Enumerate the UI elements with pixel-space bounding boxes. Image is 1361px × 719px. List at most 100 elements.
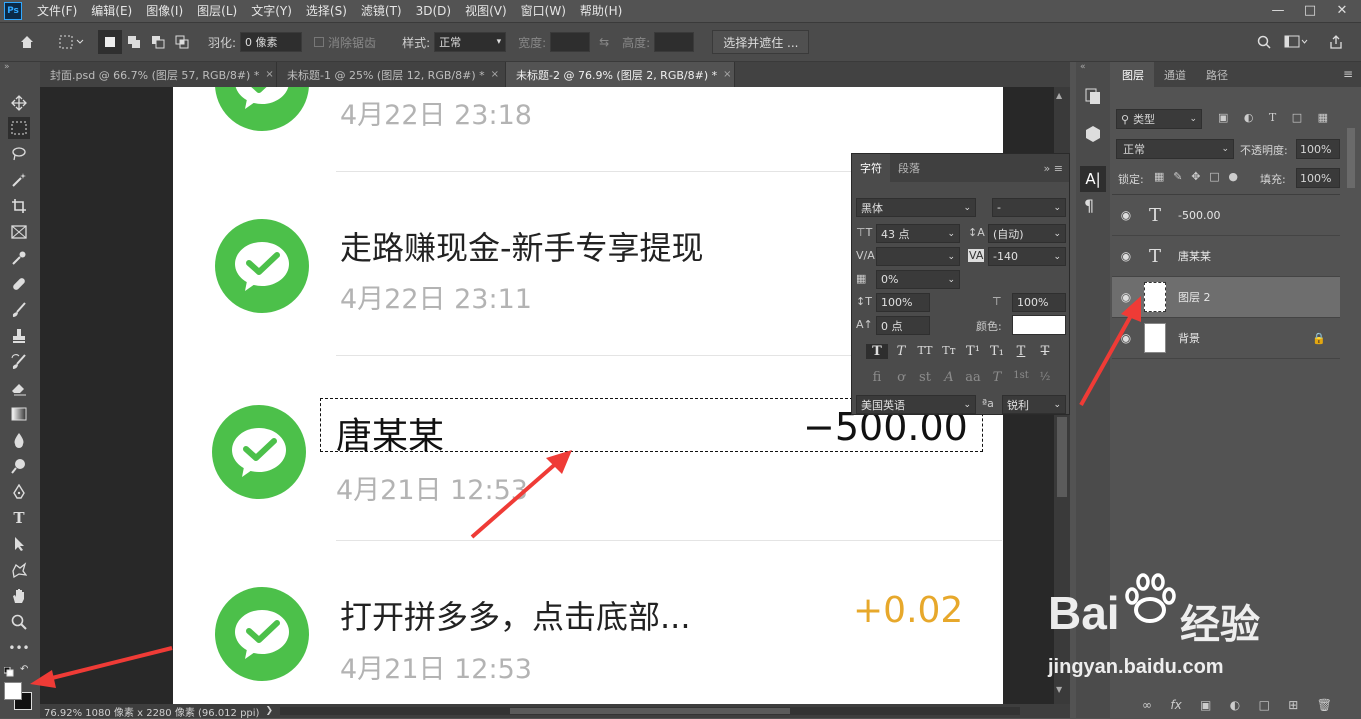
font-size-select[interactable]: 43 点 ⌄ [876, 224, 960, 243]
lasso-tool-icon[interactable] [8, 143, 30, 165]
vertical-scale-input[interactable]: 100% [876, 293, 930, 312]
hand-tool-icon[interactable] [8, 585, 30, 607]
panel-menu-icon[interactable]: ≡ [1343, 67, 1353, 81]
menu-image[interactable]: 图像(I) [139, 0, 190, 22]
type-tool-icon[interactable]: T [8, 507, 30, 529]
close-icon[interactable]: × [491, 69, 499, 80]
select-and-mask-button[interactable]: 选择并遮住 ... [712, 30, 810, 54]
subscript-icon[interactable]: T₁ [986, 344, 1008, 359]
subtract-selection-icon[interactable] [146, 30, 170, 54]
blur-tool-icon[interactable] [8, 429, 30, 451]
strikethrough-icon[interactable]: T [1034, 344, 1056, 359]
eyedropper-tool-icon[interactable] [8, 247, 30, 269]
path-selection-tool-icon[interactable] [8, 533, 30, 555]
history-brush-tool-icon[interactable] [8, 351, 30, 373]
maximize-icon[interactable]: □ [1294, 0, 1326, 20]
kerning-select[interactable]: ⌄ [876, 247, 960, 266]
tab-paths[interactable]: 路径 [1196, 62, 1238, 87]
workspace-icon[interactable] [1282, 30, 1310, 54]
lock-pixels-icon[interactable]: ✎ [1173, 170, 1182, 183]
menu-file[interactable]: 文件(F) [30, 0, 84, 22]
swap-icon[interactable]: ⇆ [590, 30, 618, 54]
old-style-icon[interactable]: ơ [890, 370, 912, 385]
brush-tool-icon[interactable] [8, 299, 30, 321]
gradient-tool-icon[interactable] [8, 403, 30, 425]
new-layer-icon[interactable]: ⊞ [1288, 698, 1298, 712]
layer-row[interactable]: ◉ T -500.00 [1112, 195, 1340, 236]
tab-layers[interactable]: 图层 [1112, 62, 1154, 87]
tracking-select[interactable]: -140 ⌄ [988, 247, 1066, 266]
magic-wand-tool-icon[interactable] [8, 169, 30, 191]
menu-edit[interactable]: 编辑(E) [84, 0, 139, 22]
tab-untitled-1[interactable]: 未标题-1 @ 25% (图层 12, RGB/8#) * × [277, 62, 506, 87]
character-panel-icon[interactable]: A| [1080, 166, 1106, 192]
tab-paragraph[interactable]: 段落 [890, 154, 928, 182]
horizontal-scale-input[interactable]: 100% [1012, 293, 1066, 312]
history-icon[interactable] [1083, 86, 1103, 106]
adjustment-layer-icon[interactable]: ◐ [1230, 698, 1240, 712]
custom-shape-tool-icon[interactable] [8, 559, 30, 581]
visibility-eye-icon[interactable]: ◉ [1112, 249, 1140, 263]
stylistic-alt-icon[interactable]: aa [962, 370, 984, 385]
healing-brush-tool-icon[interactable] [8, 273, 30, 295]
horizontal-scrollbar[interactable] [280, 707, 1020, 715]
menu-window[interactable]: 窗口(W) [514, 0, 573, 22]
scroll-thumb[interactable] [510, 708, 790, 714]
menu-select[interactable]: 选择(S) [299, 0, 354, 22]
fill-input[interactable]: 100% [1296, 168, 1340, 188]
foreground-color-swatch[interactable] [4, 682, 22, 700]
lock-position-icon[interactable]: ✥ [1191, 170, 1200, 183]
menu-type[interactable]: 文字(Y) [244, 0, 299, 22]
language-select[interactable]: 美国英语 ⌄ [856, 395, 976, 414]
adjustment-filter-icon[interactable]: ◐ [1244, 111, 1254, 127]
swash-icon[interactable]: A [938, 370, 960, 385]
antialias-checkbox[interactable] [314, 37, 325, 47]
leading-select[interactable]: (自动) ⌄ [988, 224, 1066, 243]
marquee-tool-icon[interactable] [8, 117, 30, 139]
minimize-icon[interactable]: — [1262, 0, 1294, 20]
scroll-thumb[interactable] [1057, 417, 1067, 497]
faux-bold-icon[interactable]: T [866, 344, 888, 359]
superscript-icon[interactable]: T¹ [962, 344, 984, 359]
eraser-tool-icon[interactable] [8, 377, 30, 399]
panel-scroll-thumb[interactable] [1347, 128, 1355, 188]
frame-tool-icon[interactable] [8, 221, 30, 243]
baseline-shift-input[interactable]: 0 点 [876, 316, 930, 335]
add-mask-icon[interactable]: ▣ [1200, 698, 1211, 712]
crop-tool-icon[interactable] [8, 195, 30, 217]
visibility-eye-icon[interactable]: ◉ [1112, 208, 1140, 222]
move-tool-icon[interactable] [8, 92, 30, 114]
link-layers-icon[interactable]: ∞ [1142, 698, 1152, 712]
default-colors-icon[interactable] [3, 666, 14, 677]
lock-transparency-icon[interactable]: ▦ [1154, 170, 1164, 183]
titling-icon[interactable]: T [986, 370, 1008, 385]
menu-help[interactable]: 帮助(H) [573, 0, 629, 22]
shape-filter-icon[interactable]: □ [1292, 111, 1302, 127]
menu-layer[interactable]: 图层(L) [190, 0, 244, 22]
height-input[interactable] [654, 32, 695, 52]
delete-layer-icon[interactable]: 🗑 [1317, 698, 1332, 712]
type-filter-icon[interactable]: T [1269, 111, 1276, 127]
layer-filter-select[interactable]: ⚲ 类型 ⌄ [1116, 109, 1202, 129]
close-icon[interactable]: × [723, 69, 731, 80]
marquee-preset-icon[interactable] [52, 30, 92, 54]
ordinals-icon[interactable]: 1st [1010, 370, 1032, 381]
paragraph-panel-icon[interactable]: ¶ [1084, 196, 1094, 215]
underline-icon[interactable]: T [1010, 344, 1032, 359]
home-icon[interactable] [12, 30, 42, 54]
ligatures-icon[interactable]: fi [866, 370, 888, 385]
lock-all-icon[interactable]: ● [1228, 170, 1238, 183]
collapse-icon[interactable]: » [4, 62, 10, 72]
pixel-filter-icon[interactable]: ▣ [1218, 111, 1228, 127]
pen-tool-icon[interactable] [8, 481, 30, 503]
all-caps-icon[interactable]: TT [914, 344, 936, 357]
3d-icon[interactable] [1083, 124, 1103, 144]
chevron-right-icon[interactable]: ❯ [265, 706, 273, 716]
antialias-select[interactable]: 锐利 ⌄ [1002, 395, 1066, 414]
collapse-icon[interactable]: « [1080, 62, 1086, 72]
dodge-tool-icon[interactable] [8, 455, 30, 477]
zoom-tool-icon[interactable] [8, 611, 30, 633]
font-family-select[interactable]: 黑体 ⌄ [856, 198, 976, 217]
smart-object-filter-icon[interactable]: ▦ [1318, 111, 1328, 127]
discretionary-ligature-icon[interactable]: st [914, 370, 936, 385]
